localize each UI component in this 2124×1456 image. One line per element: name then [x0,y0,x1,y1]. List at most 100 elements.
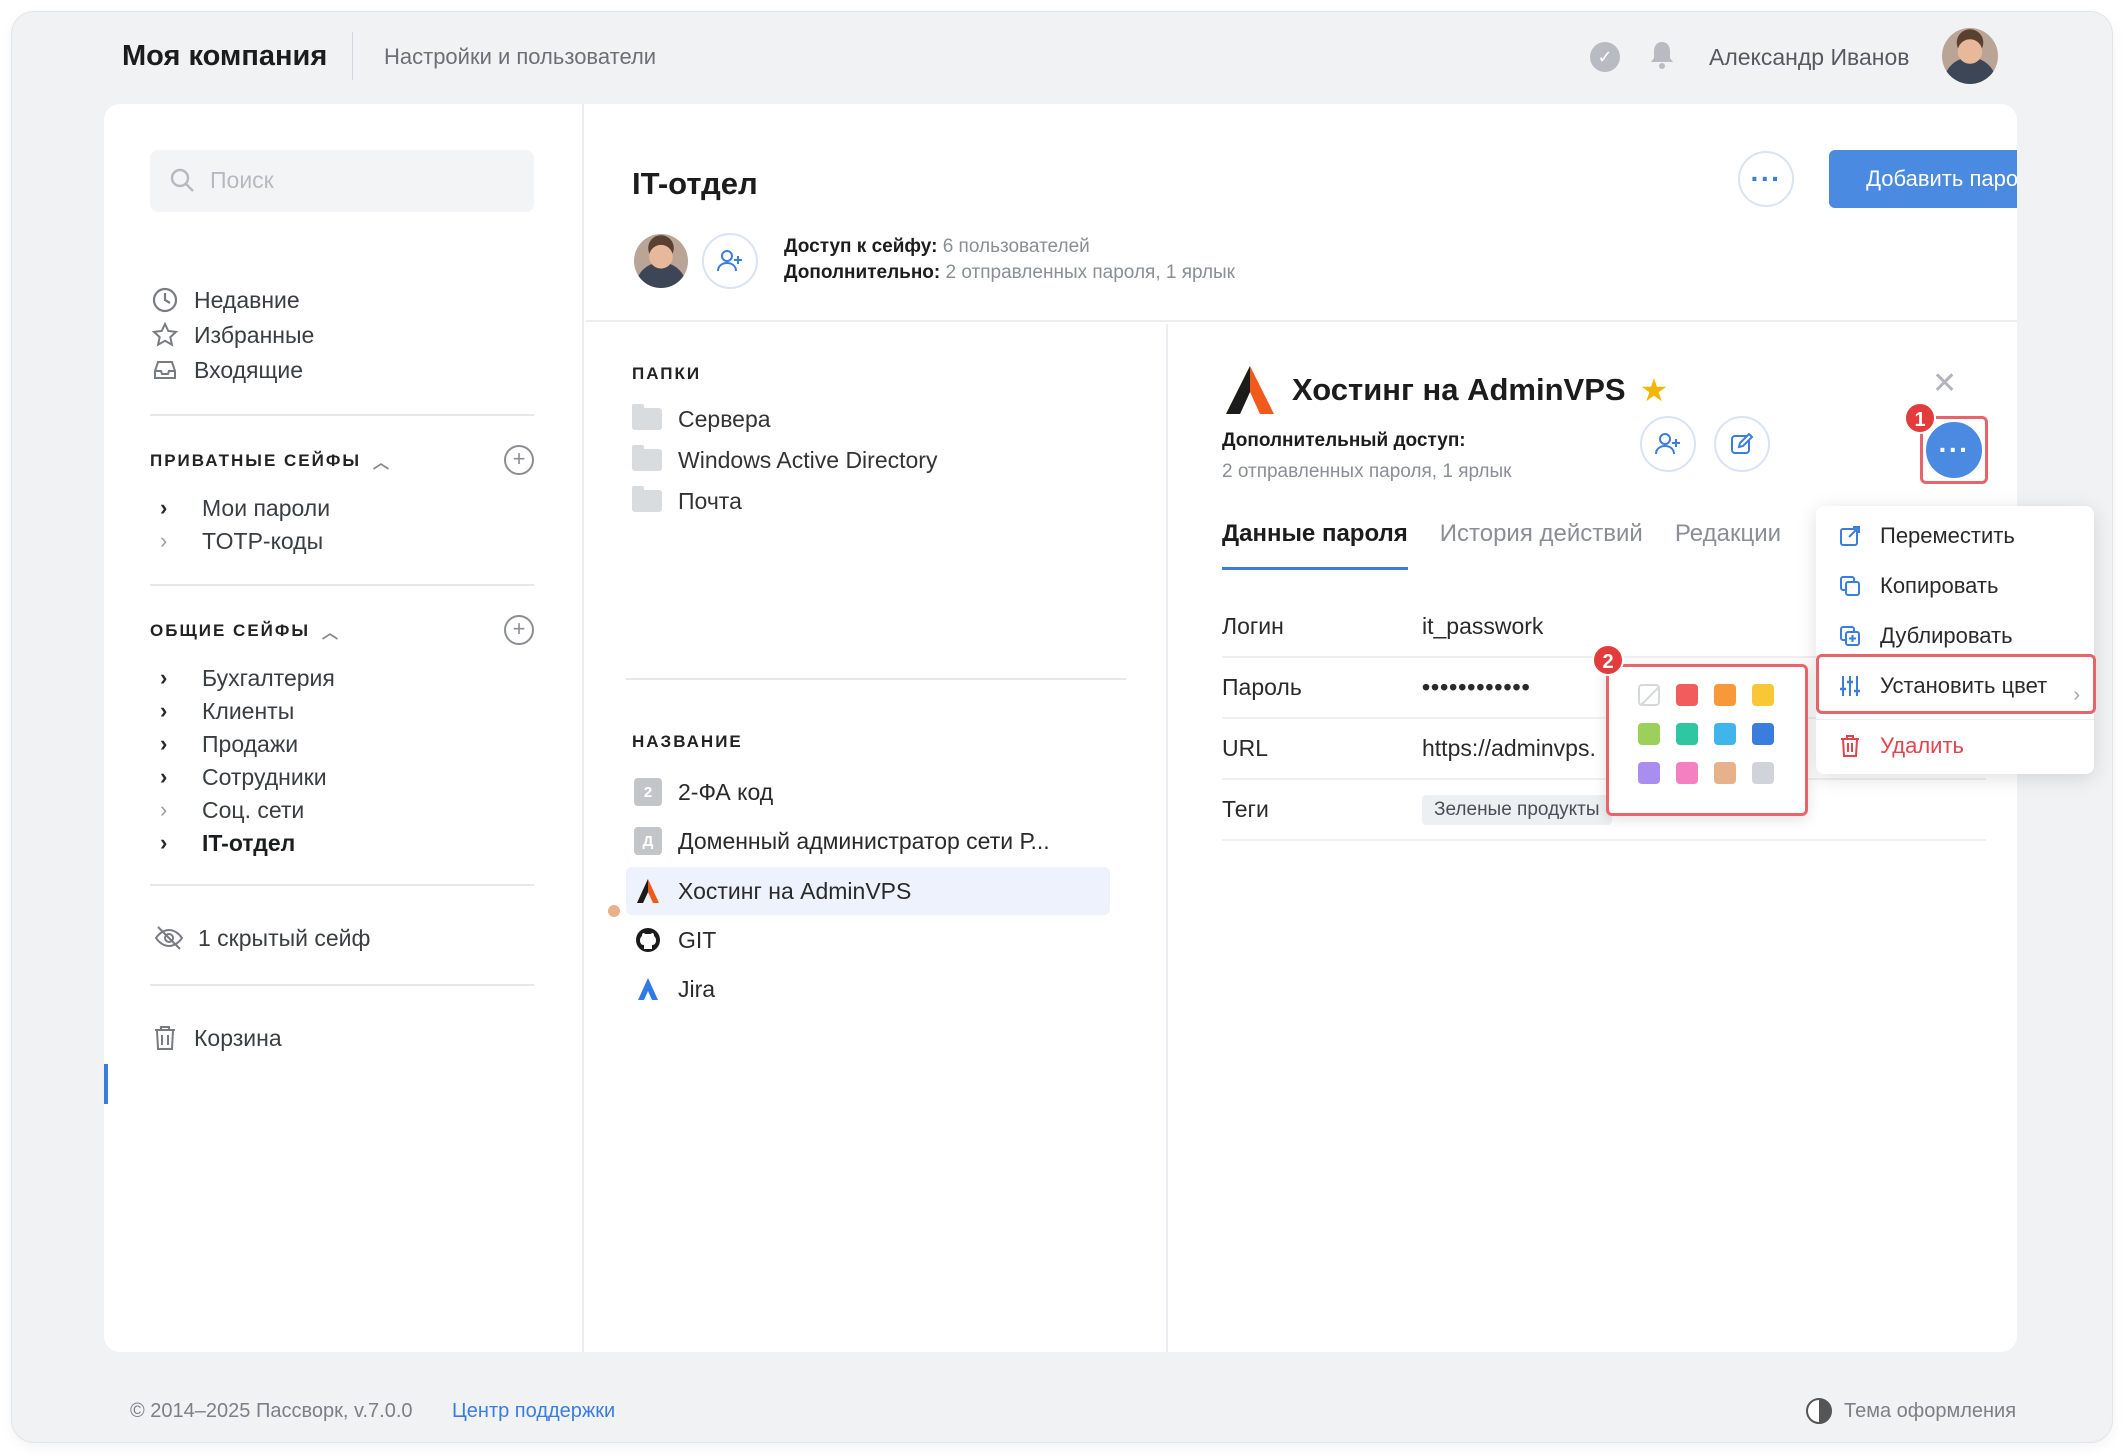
nav-inbox[interactable]: Входящие [150,352,303,388]
field-value[interactable]: https://adminvps. [1422,735,1596,762]
vault-it-department[interactable]: › IT-отдел [160,826,295,860]
nav-favorites[interactable]: Избранные [150,317,314,353]
vault-clients[interactable]: › Клиенты [160,694,294,728]
access-label: Доступ к сейфу: [784,236,938,257]
list-item[interactable]: Jira [626,965,1110,1013]
tab-revisions[interactable]: Редакции [1675,520,1781,570]
list-item[interactable]: Д Доменный администратор сети Р... [626,817,1110,865]
extra-value[interactable]: 2 отправленных пароля, 1 ярлык [946,262,1235,283]
entry-label: Доменный администратор сети Р... [678,827,1050,854]
chevron-right-icon[interactable]: › [160,830,180,856]
trash-label: Корзина [194,1024,282,1051]
share-user-button[interactable] [1640,416,1696,472]
step-badge-1: 1 [1904,402,1936,434]
trash-icon [150,1023,180,1053]
vault-label: Продажи [202,730,299,757]
menu-move[interactable]: Переместить [1836,518,2015,554]
more-horizontal-icon: ··· [1750,163,1782,194]
folder-label: Почта [678,487,742,514]
hidden-vaults-label: 1 скрытый сейф [198,924,371,951]
search-placeholder: Поиск [210,167,274,193]
vault-social[interactable]: › Соц. сети [160,793,304,827]
edit-button[interactable] [1714,416,1770,472]
tab-history[interactable]: История действий [1440,520,1643,570]
check-status-icon[interactable]: ✓ [1590,42,1620,72]
add-user-icon [717,250,742,272]
user-name[interactable]: Александр Иванов [1709,44,1909,71]
add-shared-vault-icon[interactable]: + [504,615,534,645]
entry-label: GIT [678,926,717,953]
hidden-vaults[interactable]: 1 скрытый сейф [154,920,370,956]
vault-more-button[interactable]: ··· [1738,151,1794,207]
tag-chip[interactable]: Зеленые продукты [1422,794,1612,825]
shared-vaults-header[interactable]: ОБЩИЕ СЕЙФЫ ︿ [150,619,340,643]
move-icon [1836,522,1864,550]
support-link[interactable]: Центр поддержки [452,1400,615,1423]
folder-item[interactable]: Сервера [632,402,771,436]
vault-totp[interactable]: › TOTP-коды [160,524,323,558]
star-filled-icon[interactable]: ★ [1640,371,1669,409]
add-user-icon [1655,433,1680,455]
chevron-right-icon[interactable]: › [160,731,180,757]
chevron-right-icon[interactable]: › [160,764,180,790]
member-avatar[interactable] [634,234,688,288]
extra-access-value[interactable]: 2 отправленных пароля, 1 ярлык [1222,461,1511,483]
chevron-up-icon[interactable]: ︿ [322,619,340,643]
folder-item[interactable]: Windows Active Directory [632,443,937,477]
menu-divider [1816,719,2094,720]
nav-recent[interactable]: Недавние [150,282,300,318]
chevron-right-icon[interactable]: › [160,495,180,521]
shared-vaults-title: ОБЩИЕ СЕЙФЫ [150,621,311,640]
add-private-vault-icon[interactable]: + [504,445,534,475]
adminvps-logo-icon [1222,362,1278,418]
chevron-right-icon[interactable]: › [160,698,180,724]
private-vaults-header[interactable]: ПРИВАТНЫЕ СЕЙФЫ ︿ [150,449,391,473]
menu-label: Копировать [1880,573,1999,598]
add-password-button[interactable]: Добавить пароль [1829,150,2017,208]
chevron-right-icon: › [160,528,168,553]
field-value[interactable]: •••••••••••• [1422,674,1531,701]
vault-my-passwords[interactable]: › Мои пароли [160,491,330,525]
menu-copy[interactable]: Копировать [1836,568,1998,604]
vault-label: Мои пароли [202,494,331,521]
detail-tabs: Данные пароля История действий Редакции [1222,520,1813,570]
field-value[interactable]: it_passwork [1422,613,1543,640]
sidebar-divider [150,584,534,586]
star-icon [150,320,180,350]
menu-duplicate[interactable]: Дублировать [1836,618,2013,654]
vault-sales[interactable]: › Продажи [160,727,298,761]
list-item[interactable]: 2 2-ФА код [626,768,1110,816]
access-value[interactable]: 6 пользователей [943,236,1090,257]
close-icon[interactable]: ✕ [1932,366,1957,401]
trash-link[interactable]: Корзина [150,1020,282,1056]
menu-label: Переместить [1880,523,2015,548]
nav-recent-label: Недавние [194,286,300,313]
settings-link[interactable]: Настройки и пользователи [384,44,656,70]
folder-item[interactable]: Почта [632,484,742,518]
actions-menu: Переместить Копировать Дублировать Устан… [1816,506,2094,774]
folder-icon [632,486,662,512]
theme-toggle[interactable]: Тема оформления [1806,1398,2016,1424]
add-user-button[interactable] [702,233,758,289]
menu-delete[interactable]: Удалить [1836,728,1964,764]
vault-employees[interactable]: › Сотрудники [160,760,327,794]
vault-accounting[interactable]: › Бухгалтерия [160,661,335,695]
chevron-up-icon[interactable]: ︿ [373,449,391,473]
search-input[interactable]: Поиск [150,150,534,212]
theme-label: Тема оформления [1844,1399,2017,1422]
vault-label: TOTP-коды [202,527,324,554]
list-item[interactable]: GIT [626,916,1110,964]
user-avatar[interactable] [1942,28,1998,84]
sidebar-divider [150,984,534,986]
company-name[interactable]: Моя компания [122,40,327,73]
field-tags: Теги Зеленые продукты [1222,780,1986,841]
folder-label: Сервера [678,405,771,432]
bell-icon[interactable] [1646,40,1678,74]
adminvps-logo-icon [634,877,662,905]
nav-inbox-label: Входящие [194,356,304,383]
chevron-right-icon[interactable]: › [160,665,180,691]
menu-label: Удалить [1880,733,1964,758]
list-item-selected[interactable]: Хостинг на AdminVPS [626,867,1110,915]
tab-password-data[interactable]: Данные пароля [1222,520,1408,570]
active-indicator [104,1064,108,1104]
